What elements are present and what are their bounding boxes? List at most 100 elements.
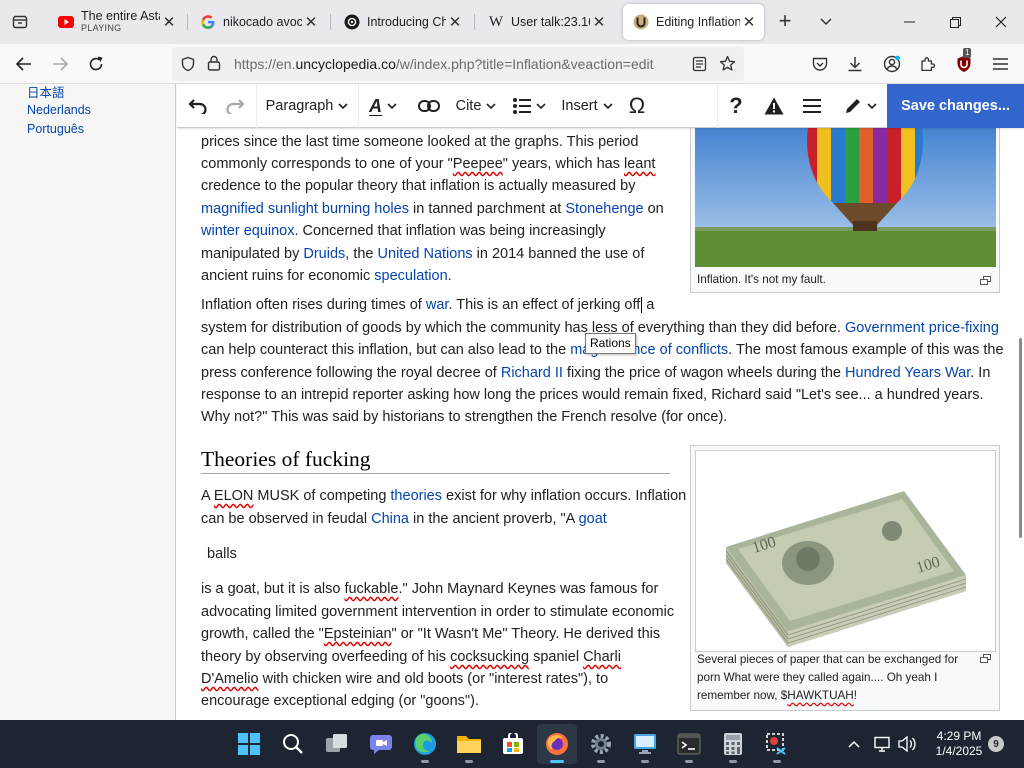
new-tab-button[interactable]: + [773,10,797,34]
balloon-image[interactable] [695,121,996,267]
file-explorer-icon[interactable] [449,724,489,764]
close-tab-icon[interactable]: ✕ [160,13,178,31]
article-paragraph[interactable]: commonly corresponds to one of your "Pee… [201,153,655,175]
close-tab-icon[interactable]: ✕ [740,13,758,31]
article-paragraph[interactable]: encourage exceptional edging (or "goons"… [201,690,479,712]
paragraph-format-dropdown[interactable]: Paragraph [259,84,355,128]
scrollbar-thumb[interactable] [1019,338,1022,538]
firefox-view-icon[interactable] [7,9,33,35]
article-paragraph[interactable]: Why not?" This was said by historians to… [201,406,727,428]
start-button[interactable] [229,724,269,764]
snipping-tool-icon[interactable] [757,724,797,764]
article-link[interactable]: winter equinox [201,223,295,239]
article-link[interactable]: Government price-fixing [845,320,999,336]
special-character-icon[interactable]: Ω [620,84,654,128]
article-redlink[interactable]: Richard II [501,365,563,381]
settings-icon[interactable] [581,724,621,764]
calculator-icon[interactable] [713,724,753,764]
tab-chatgpt[interactable]: Introducing ChatGPT ✕ [334,4,470,40]
remote-desktop-icon[interactable] [625,724,665,764]
article-paragraph[interactable]: growth, called the "Epsteinian" or "It W… [201,623,660,645]
account-icon[interactable] [878,50,906,78]
link-icon[interactable] [413,84,445,128]
extensions-icon[interactable] [914,50,942,78]
section-heading[interactable]: Theories of fucking [201,447,670,474]
sidebar-language-link[interactable]: Português [27,122,84,136]
page-scrollbar[interactable] [1016,128,1024,720]
page-notices-icon[interactable] [759,84,789,128]
hamburger-menu-icon[interactable] [986,50,1014,78]
bulleted-list-icon[interactable] [507,84,551,128]
terminal-icon[interactable] [669,724,709,764]
insert-dropdown[interactable]: Insert [559,84,615,128]
bookmark-star-icon[interactable] [719,55,736,77]
minimize-button[interactable] [886,0,932,44]
firefox-icon[interactable] [537,724,577,764]
article-paragraph[interactable]: D'Amelio with chicken wire and old boots… [201,668,608,690]
url-bar[interactable]: https://en.uncyclopedia.co/w/index.php?t… [172,47,744,81]
redo-icon[interactable] [220,84,250,128]
article-link[interactable]: Stonehenge [565,201,643,217]
sidebar-language-link[interactable]: 日本語 [27,84,65,101]
money-image[interactable]: 100 100 [695,450,996,652]
article-link[interactable]: China [371,511,409,527]
close-tab-icon[interactable]: ✕ [590,13,608,31]
switch-editor-icon[interactable] [837,84,883,128]
edge-icon[interactable] [405,724,445,764]
sidebar-language-link[interactable]: Nederlands [27,103,91,117]
article-link[interactable]: theories [390,488,442,504]
ublock-origin-icon[interactable]: 1 [950,48,978,78]
downloads-icon[interactable] [841,50,869,78]
pocket-icon[interactable] [806,50,834,78]
maximize-button[interactable] [932,0,978,44]
article-paragraph[interactable]: A ELON MUSK of competing theories exist … [201,485,686,507]
article-link[interactable]: United Nations [378,246,473,262]
article-paragraph[interactable]: ancient ruins for economic speculation. [201,265,452,287]
forward-icon[interactable] [46,50,74,78]
tab-youtube[interactable]: The entire AstarionPLAYING ✕ [48,4,184,40]
article-paragraph[interactable]: manipulated by Druids, the United Nation… [201,243,644,265]
reload-icon[interactable] [82,50,110,78]
lock-icon[interactable] [207,55,221,76]
system-clock[interactable]: 4:29 PM 1/4/2025 [930,729,988,759]
article-paragraph[interactable]: response to an intrepid reporter asking … [201,384,983,406]
volume-icon[interactable] [894,724,920,764]
back-icon[interactable] [10,50,38,78]
page-options-menu-icon[interactable] [797,84,827,128]
article-paragraph[interactable]: Inflation often rises during times of wa… [201,294,654,316]
close-window-button[interactable] [978,0,1024,44]
article-paragraph[interactable]: balls [207,543,237,565]
chat-icon[interactable] [361,724,401,764]
tab-editing-inflation[interactable]: Editing Inflation ✕ [623,4,764,40]
reader-view-icon[interactable] [692,56,707,77]
tracking-protection-icon[interactable] [180,56,196,77]
article-link[interactable]: war [426,297,449,313]
list-all-tabs-icon[interactable] [814,10,838,34]
microsoft-store-icon[interactable] [493,724,533,764]
article-link[interactable]: Hundred Years War [845,365,970,381]
article-paragraph[interactable]: credence to the popular theory that infl… [201,175,635,197]
article-paragraph[interactable]: magnified sunlight burning holes in tann… [201,198,664,220]
article-paragraph[interactable]: is a goat, but it is also fuckable." Joh… [201,578,658,600]
show-hidden-icons-chevron[interactable] [842,724,866,764]
enlarge-icon[interactable] [980,276,991,285]
article-link[interactable]: goat [579,511,607,527]
article-paragraph[interactable]: prices since the last time someone looke… [201,131,638,153]
close-tab-icon[interactable]: ✕ [302,13,320,31]
article-link[interactable]: magnified sunlight burning holes [201,201,409,217]
enlarge-icon[interactable] [980,654,991,663]
help-icon[interactable]: ? [722,84,750,128]
tab-user-talk[interactable]: W User talk:23.162. ✕ [478,4,614,40]
search-icon[interactable] [273,724,313,764]
text-style-icon[interactable]: A [361,84,405,128]
article-paragraph[interactable]: press conference following the royal dec… [201,362,990,384]
undo-icon[interactable] [183,84,213,128]
article-link[interactable]: speculation [374,268,447,284]
article-paragraph[interactable]: winter equinox. Concerned that inflation… [201,220,606,242]
save-changes-button[interactable]: Save changes... [887,84,1024,128]
notification-badge[interactable]: 9 [988,736,1004,752]
tab-google[interactable]: nikocado avocado ✕ [190,4,326,40]
article-paragraph[interactable]: theory by observing overfeeding of his c… [201,646,621,668]
close-tab-icon[interactable]: ✕ [446,13,464,31]
cite-dropdown[interactable]: Cite [453,84,499,128]
